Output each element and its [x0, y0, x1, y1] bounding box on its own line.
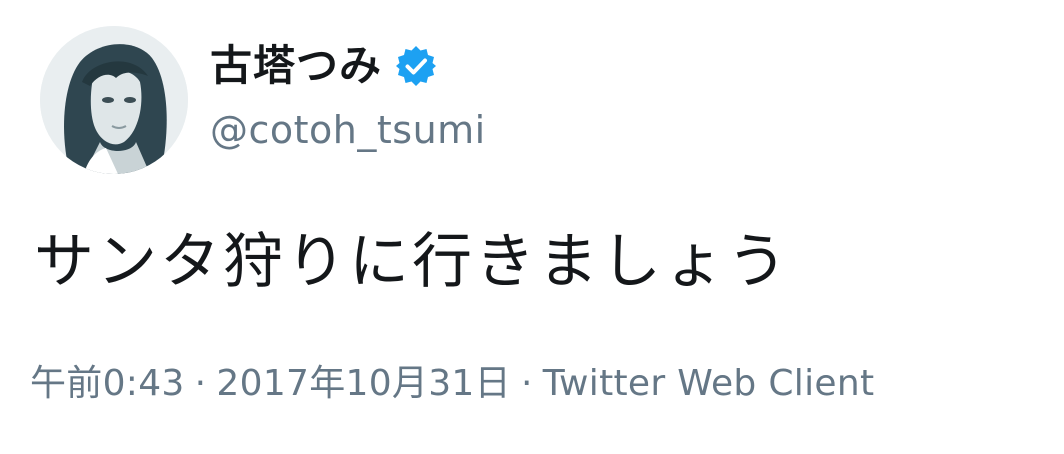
tweet-source-link[interactable]: Twitter Web Client — [543, 363, 875, 404]
meta-separator: · — [194, 363, 207, 404]
tweet-text: サンタ狩りに行きましょう — [34, 227, 790, 297]
tweet-card: 古塔つみ @cotoh_tsumi サンタ狩りに行きましょう 午前0:43 · 20… — [0, 0, 1064, 454]
tweet-source: Twitter Web Client — [542, 363, 875, 404]
name-row: 古塔つみ — [210, 38, 438, 94]
verified-badge-icon — [394, 44, 438, 88]
tweet-date-link[interactable]: 2017年10月31日 — [216, 363, 511, 404]
meta-separator: · — [520, 363, 533, 404]
display-name[interactable]: 古塔つみ — [210, 38, 382, 94]
tweet-meta: 午前0:43 · 2017年10月31日 · Twitter Web Client — [30, 358, 874, 410]
tweet-date: 2017年10月31日 — [216, 363, 511, 404]
tweet-time: 午前0:43 — [30, 363, 185, 404]
tweet-time-link[interactable]: 午前0:43 — [30, 363, 185, 404]
user-handle[interactable]: @cotoh_tsumi — [210, 104, 486, 156]
avatar[interactable] — [40, 26, 188, 174]
avatar-illustration-icon — [40, 26, 188, 174]
